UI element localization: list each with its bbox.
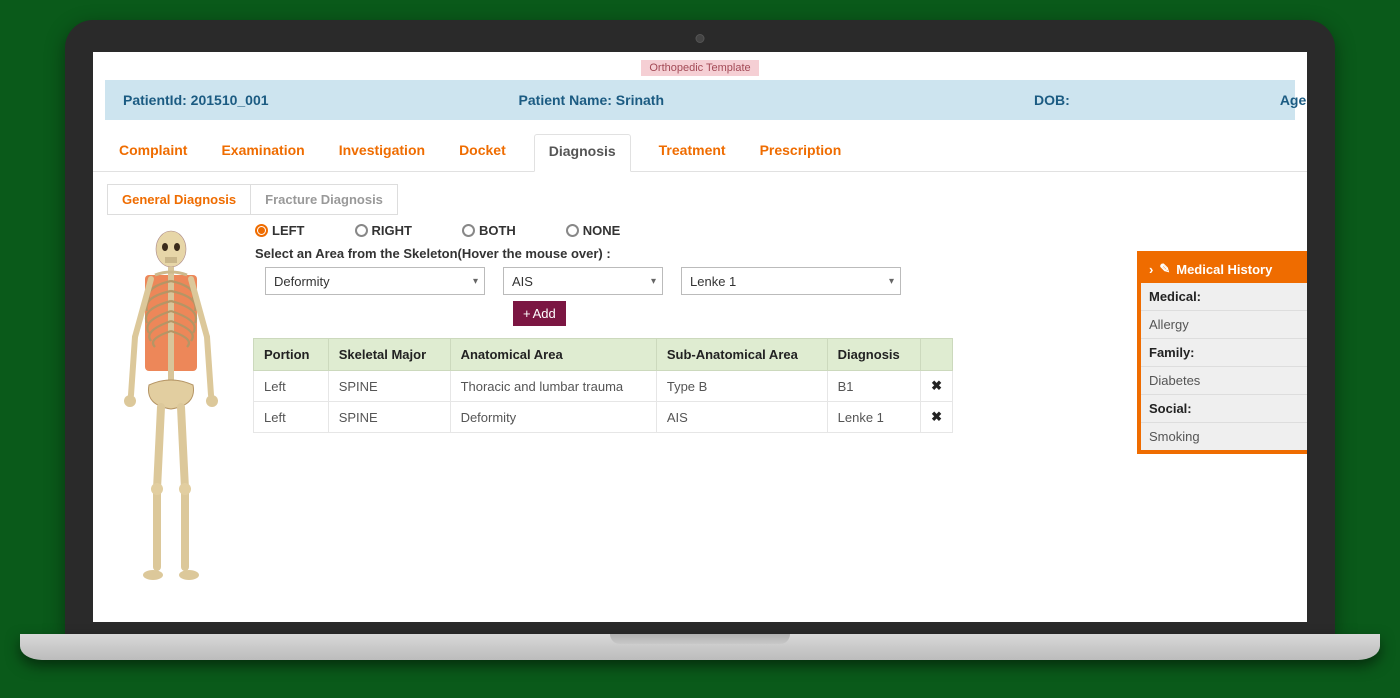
- tab-diagnosis[interactable]: Diagnosis: [534, 134, 631, 172]
- patient-age-label: Age:: [1280, 92, 1307, 108]
- side-radio-both[interactable]: BOTH: [462, 223, 516, 238]
- main-tabs: Complaint Examination Investigation Docket D…: [93, 120, 1307, 172]
- diagnosis-select[interactable]: Lenke 1 ▾: [681, 267, 901, 295]
- tab-prescription[interactable]: Prescription: [754, 134, 848, 171]
- patient-info-bar: PatientId: 201510_001 Patient Name: Srin…: [105, 80, 1295, 120]
- tab-complaint[interactable]: Complaint: [113, 134, 193, 171]
- chevron-down-icon: ▾: [889, 276, 894, 287]
- laptop-base: [20, 634, 1380, 660]
- table-cell: AIS: [656, 402, 827, 433]
- table-row: LeftSPINEThoracic and lumbar traumaType …: [254, 371, 953, 402]
- patient-id-label: PatientId:: [123, 92, 187, 108]
- plus-icon: +: [523, 306, 531, 321]
- sub-anatomical-select[interactable]: AIS ▾: [503, 267, 663, 295]
- table-cell: Lenke 1: [827, 402, 920, 433]
- table-header: Anatomical Area: [450, 339, 656, 371]
- history-label: Social:: [1141, 394, 1307, 422]
- table-cell: Left: [254, 402, 329, 433]
- sub-tabs: General DiagnosisFracture Diagnosis: [93, 172, 1307, 219]
- radio-icon: [255, 224, 268, 237]
- side-radio-right[interactable]: RIGHT: [355, 223, 412, 238]
- medical-history-panel: › ✎ Medical History Medical:AllergyFamil…: [1137, 251, 1307, 454]
- table-header: Portion: [254, 339, 329, 371]
- table-cell: Deformity: [450, 402, 656, 433]
- medical-history-title: Medical History: [1176, 262, 1272, 277]
- side-radio-group: LEFT RIGHT BOTH NONE: [253, 223, 1293, 244]
- anatomical-area-select[interactable]: Deformity ▾: [265, 267, 485, 295]
- table-cell: B1: [827, 371, 920, 402]
- anatomical-area-value: Deformity: [274, 274, 330, 289]
- tab-treatment[interactable]: Treatment: [653, 134, 732, 171]
- skeleton-diagram[interactable]: [107, 223, 237, 592]
- add-button-label: Add: [533, 306, 556, 321]
- side-radio-label: LEFT: [272, 223, 305, 238]
- table-header: Diagnosis: [827, 339, 920, 371]
- chevron-down-icon: ▾: [473, 276, 478, 287]
- medical-history-header[interactable]: › ✎ Medical History: [1141, 255, 1307, 283]
- side-radio-label: RIGHT: [372, 223, 412, 238]
- patient-name-value: Srinath: [616, 92, 664, 108]
- table-header: Sub-Anatomical Area: [656, 339, 827, 371]
- table-cell: Type B: [656, 371, 827, 402]
- diagnosis-value: Lenke 1: [690, 274, 736, 289]
- side-radio-none[interactable]: NONE: [566, 223, 621, 238]
- table-cell: Thoracic and lumbar trauma: [450, 371, 656, 402]
- side-radio-label: BOTH: [479, 223, 516, 238]
- table-header-actions: [921, 339, 953, 371]
- side-radio-left[interactable]: LEFT: [255, 223, 305, 238]
- history-value: Smoking: [1141, 422, 1307, 450]
- subtab-fracture-diagnosis[interactable]: Fracture Diagnosis: [250, 184, 398, 215]
- table-cell: SPINE: [328, 402, 450, 433]
- table-header: Skeletal Major: [328, 339, 450, 371]
- history-value: Diabetes: [1141, 366, 1307, 394]
- template-badge: Orthopedic Template: [641, 60, 758, 76]
- table-row: LeftSPINEDeformityAISLenke 1✖: [254, 402, 953, 433]
- history-value: Allergy: [1141, 310, 1307, 338]
- patient-name-label: Patient Name:: [519, 92, 612, 108]
- side-radio-label: NONE: [583, 223, 621, 238]
- sub-anatomical-value: AIS: [512, 274, 533, 289]
- subtab-general-diagnosis[interactable]: General Diagnosis: [107, 184, 250, 215]
- tab-docket[interactable]: Docket: [453, 134, 512, 171]
- diagnosis-table: PortionSkeletal MajorAnatomical AreaSub-…: [253, 338, 953, 433]
- chevron-down-icon: ▾: [651, 276, 656, 287]
- app-screen: Orthopedic Template PatientId: 201510_00…: [93, 52, 1307, 622]
- table-cell: SPINE: [328, 371, 450, 402]
- history-label: Family:: [1141, 338, 1307, 366]
- patient-dob-label: DOB:: [1034, 92, 1070, 108]
- delete-row-button[interactable]: ✖: [921, 402, 953, 433]
- radio-icon: [355, 224, 368, 237]
- tab-investigation[interactable]: Investigation: [333, 134, 431, 171]
- tab-examination[interactable]: Examination: [215, 134, 310, 171]
- delete-row-button[interactable]: ✖: [921, 371, 953, 402]
- chevron-right-icon: ›: [1149, 262, 1153, 277]
- radio-icon: [566, 224, 579, 237]
- patient-id-value: 201510_001: [191, 92, 269, 108]
- history-label: Medical:: [1141, 283, 1307, 310]
- add-button[interactable]: +Add: [513, 301, 566, 326]
- radio-icon: [462, 224, 475, 237]
- laptop-camera: [696, 34, 705, 43]
- table-cell: Left: [254, 371, 329, 402]
- edit-icon: ✎: [1159, 261, 1170, 277]
